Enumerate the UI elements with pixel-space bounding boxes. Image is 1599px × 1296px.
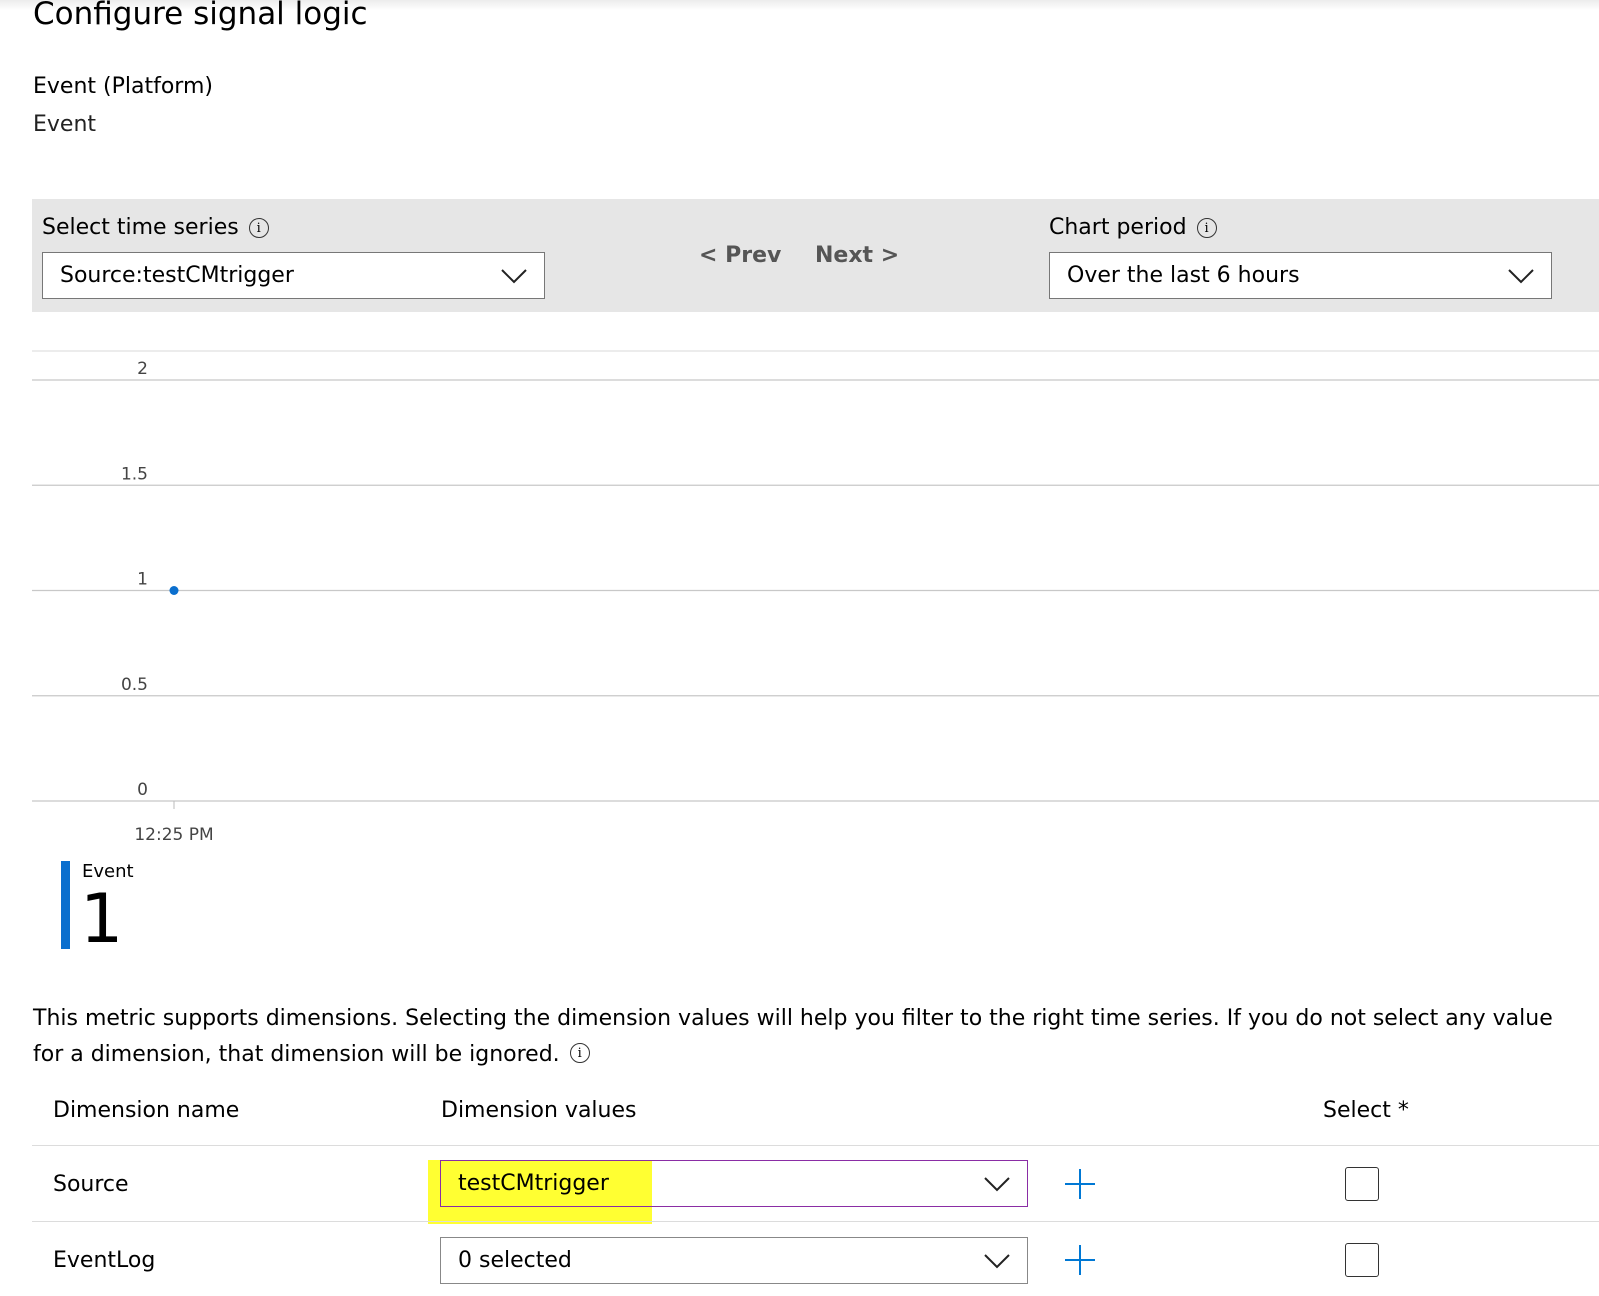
- chevron-down-icon: [1508, 268, 1534, 283]
- column-header-dimension-values: Dimension values: [441, 1098, 637, 1123]
- add-icon[interactable]: [1064, 1244, 1096, 1276]
- y-tick-label: 0.5: [121, 675, 148, 695]
- chart-period-label-row: Chart period i: [1049, 213, 1217, 243]
- source-values-value: testCMtrigger: [458, 1171, 609, 1196]
- y-tick-label: 2: [137, 359, 148, 379]
- y-tick-label: 1: [137, 570, 148, 590]
- signal-name: Event (Platform): [33, 74, 213, 99]
- chart-period-dropdown[interactable]: Over the last 6 hours: [1049, 252, 1552, 299]
- eventlog-values-value: 0 selected: [458, 1248, 572, 1273]
- source-values-dropdown[interactable]: testCMtrigger: [440, 1160, 1028, 1207]
- chart-controls-panel: Select time series i Source:testCMtrigge…: [32, 199, 1599, 312]
- y-tick-label: 0: [137, 780, 148, 800]
- x-tick-label: 12:25 PM: [134, 825, 213, 845]
- info-icon[interactable]: i: [1196, 218, 1217, 238]
- chevron-down-icon: [984, 1176, 1010, 1191]
- add-icon[interactable]: [1064, 1168, 1096, 1200]
- select-checkbox-eventlog[interactable]: [1345, 1243, 1379, 1277]
- chevron-down-icon: [984, 1253, 1010, 1268]
- legend-series-value: 1: [80, 880, 124, 959]
- column-header-select: Select *: [1323, 1098, 1409, 1123]
- info-icon[interactable]: i: [569, 1043, 590, 1063]
- prev-button[interactable]: < Prev: [699, 241, 781, 271]
- select-checkbox-source[interactable]: [1345, 1167, 1379, 1201]
- time-series-label: Select time series: [42, 215, 239, 240]
- y-tick-label: 1.5: [121, 464, 148, 484]
- chevron-down-icon: [501, 268, 527, 283]
- info-icon[interactable]: i: [248, 218, 269, 238]
- column-header-dimension-name: Dimension name: [53, 1098, 240, 1123]
- page-title: Configure signal logic: [33, 0, 368, 32]
- dimensions-description-text: This metric supports dimensions. Selecti…: [33, 1006, 1553, 1067]
- dimension-name-eventlog: EventLog: [53, 1248, 156, 1273]
- table-divider: [32, 1221, 1599, 1222]
- data-point: [169, 586, 179, 595]
- dimensions-description: This metric supports dimensions. Selecti…: [33, 1001, 1573, 1073]
- dimension-name-source: Source: [53, 1172, 129, 1197]
- signal-type: Event: [33, 112, 97, 137]
- chart-period-value: Over the last 6 hours: [1067, 263, 1300, 288]
- table-divider: [32, 1145, 1599, 1146]
- event-chart: 2 1.5 1 0.5 0 12:25 PM: [32, 350, 1599, 845]
- next-button[interactable]: Next >: [815, 241, 899, 271]
- legend-color-bar: [61, 861, 70, 949]
- chart-period-label: Chart period: [1049, 215, 1187, 240]
- time-series-label-row: Select time series i: [42, 213, 269, 243]
- time-series-value: Source:testCMtrigger: [60, 263, 294, 288]
- time-series-dropdown[interactable]: Source:testCMtrigger: [42, 252, 545, 299]
- eventlog-values-dropdown[interactable]: 0 selected: [440, 1237, 1028, 1284]
